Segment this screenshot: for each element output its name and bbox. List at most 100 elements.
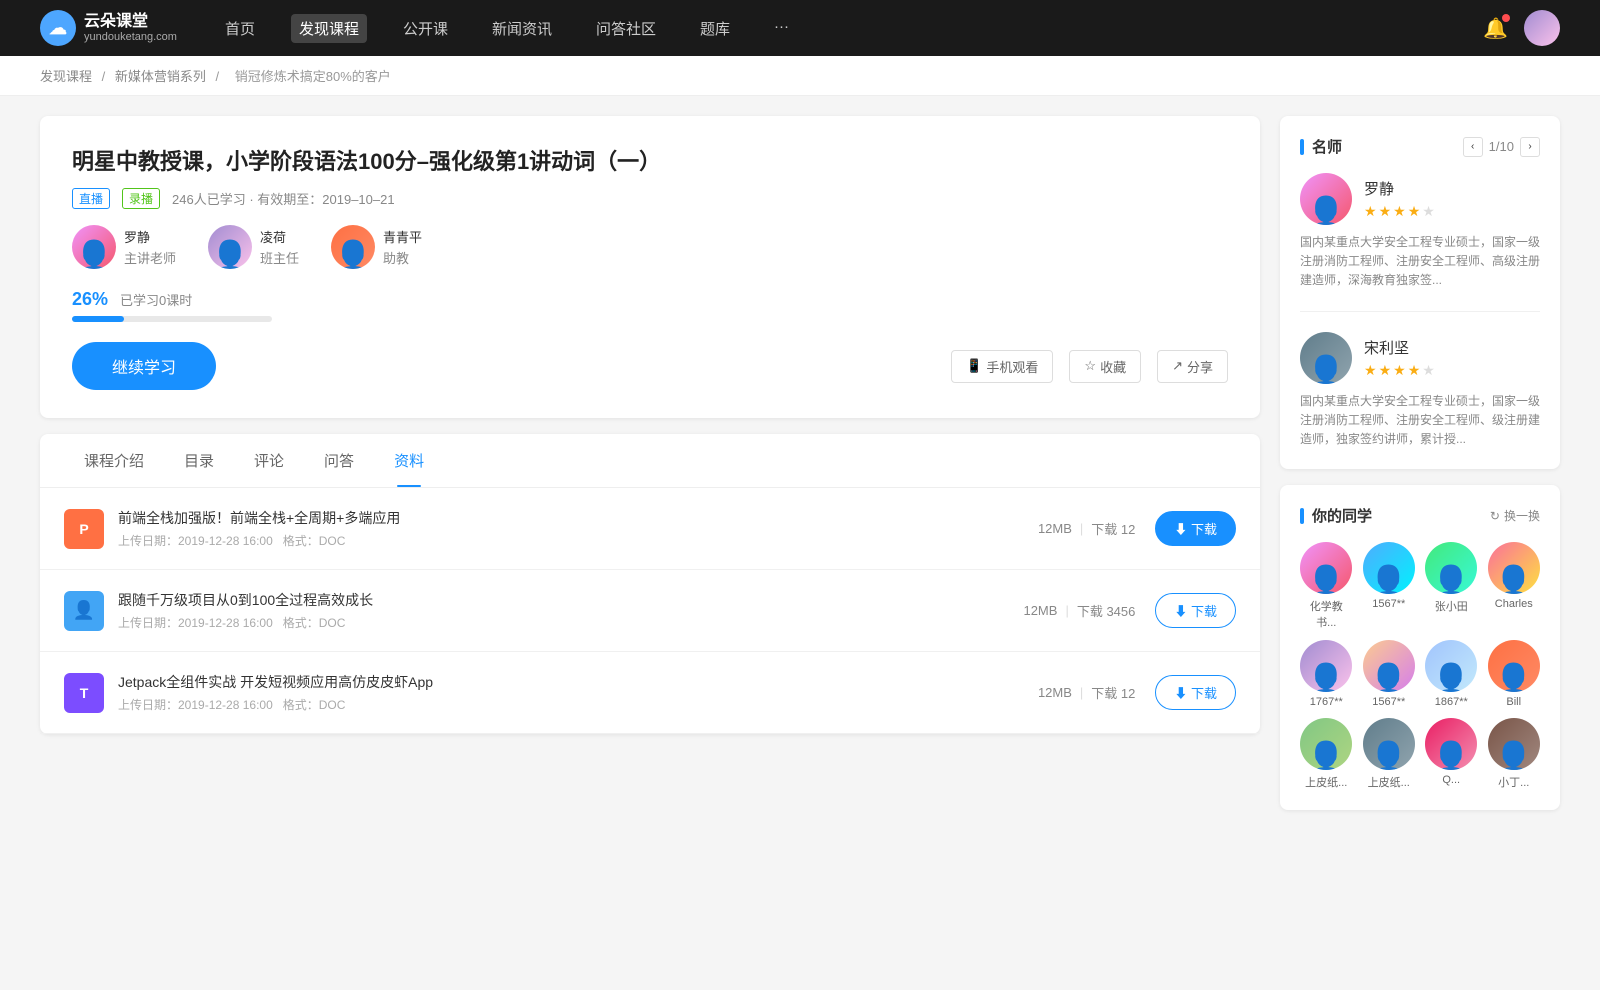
progress-label: 26% 已学习0课时 [72, 289, 1228, 310]
breadcrumb: 发现课程 / 新媒体营销系列 / 销冠修炼术搞定80%的客户 [0, 56, 1600, 96]
classmate-3[interactable]: 张小田 [1425, 542, 1478, 630]
mobile-watch-button[interactable]: 📱 手机观看 [951, 350, 1053, 383]
teacher-1: 罗静 主讲老师 [72, 225, 176, 269]
mobile-icon: 📱 [966, 358, 982, 374]
classmate-4[interactable]: Charles [1488, 542, 1541, 630]
classmate-5[interactable]: 1767** [1300, 640, 1353, 708]
file-downloads-3: 下载 12 [1091, 683, 1135, 702]
user-avatar[interactable] [1524, 10, 1560, 46]
teacher-3-avatar [331, 225, 375, 269]
nav-item-open[interactable]: 公开课 [395, 14, 456, 43]
progress-text: 已学习0课时 [120, 290, 192, 309]
classmate-12[interactable]: 小丁... [1488, 718, 1541, 790]
progress-section: 26% 已学习0课时 [72, 289, 1228, 322]
sidebar-teacher-2-avatar [1300, 332, 1352, 384]
nav-item-more[interactable]: ··· [766, 14, 797, 43]
classmates-grid: 化学教书... 1567** 张小田 Charles 1767** [1300, 542, 1540, 790]
nav-item-qa[interactable]: 问答社区 [588, 14, 664, 43]
classmates-title: 你的同学 [1312, 505, 1372, 526]
share-button[interactable]: ↗ 分享 [1157, 350, 1228, 383]
tab-reviews[interactable]: 评论 [234, 434, 304, 487]
breadcrumb-discover[interactable]: 发现课程 [40, 69, 92, 84]
page-prev-btn[interactable]: ‹ [1463, 137, 1483, 157]
notification-dot [1502, 14, 1510, 22]
badge-live: 直播 [72, 188, 110, 209]
file-stats-1: 12MB | 下载 12 [1038, 519, 1135, 538]
sidebar-teacher-2-stars: ★ ★ ★ ★ ★ [1364, 362, 1435, 379]
classmate-11[interactable]: Q... [1425, 718, 1478, 790]
classmate-8-avatar [1488, 640, 1540, 692]
course-meta: 直播 录播 246人已学习 · 有效期至：2019–10–21 [72, 188, 1228, 209]
nav-item-news[interactable]: 新闻资讯 [484, 14, 560, 43]
file-stats-3: 12MB | 下载 12 [1038, 683, 1135, 702]
continue-button[interactable]: 继续学习 [72, 342, 216, 390]
file-item-3: T Jetpack全组件实战 开发短视频应用高仿皮皮虾App 上传日期：2019… [40, 652, 1260, 734]
classmate-2[interactable]: 1567** [1363, 542, 1416, 630]
file-item-2: 👤 跟随千万级项目从0到100全过程高效成长 上传日期：2019-12-28 1… [40, 570, 1260, 652]
bell-icon[interactable]: 🔔 [1483, 16, 1508, 41]
breadcrumb-sep1: / [102, 69, 109, 84]
tab-materials[interactable]: 资料 [374, 434, 444, 487]
nav-item-questions[interactable]: 题库 [692, 14, 738, 43]
classmate-10[interactable]: 上皮纸... [1363, 718, 1416, 790]
star1: ★ [1364, 362, 1377, 379]
classmate-7-name: 1867** [1435, 696, 1468, 708]
nav-item-home[interactable]: 首页 [217, 14, 263, 43]
sidebar-teacher-1-name: 罗静 [1364, 178, 1435, 199]
course-title: 明星中教授课，小学阶段语法100分–强化级第1讲动词（一） [72, 144, 1228, 176]
star3: ★ [1393, 362, 1406, 379]
nav-left: ☁ 云朵课堂 yundouketang.com 首页 发现课程 公开课 新闻资讯… [40, 10, 797, 46]
tab-contents[interactable]: 目录 [164, 434, 234, 487]
file-size-3: 12MB [1038, 685, 1072, 700]
classmate-8[interactable]: Bill [1488, 640, 1541, 708]
file-meta-1: 上传日期：2019-12-28 16:00 格式：DOC [118, 532, 1038, 549]
content-area: 明星中教授课，小学阶段语法100分–强化级第1讲动词（一） 直播 录播 246人… [40, 116, 1260, 826]
tab-intro[interactable]: 课程介绍 [64, 434, 164, 487]
teacher-2-avatar [208, 225, 252, 269]
download-button-3[interactable]: ⬇ 下载 [1155, 675, 1236, 710]
classmate-2-avatar [1363, 542, 1415, 594]
classmate-9[interactable]: 上皮纸... [1300, 718, 1353, 790]
classmate-9-name: 上皮纸... [1305, 774, 1347, 790]
sidebar-teacher-2-header: 宋利坚 ★ ★ ★ ★ ★ [1300, 332, 1540, 384]
file-name-2: 跟随千万级项目从0到100全过程高效成长 [118, 590, 1023, 610]
refresh-button[interactable]: ↻ 换一换 [1490, 507, 1540, 524]
sidebar: 名师 ‹ 1/10 › 罗静 ★ ★ ★ [1280, 116, 1560, 826]
nav-item-discover[interactable]: 发现课程 [291, 14, 367, 43]
sidebar-teacher-1: 罗静 ★ ★ ★ ★ ★ 国内某重点大学安全工程专业硕士，国家一级注册消防工程师… [1300, 173, 1540, 312]
star4: ★ [1408, 362, 1421, 379]
progress-pct: 26% [72, 289, 108, 310]
tab-qa[interactable]: 问答 [304, 434, 374, 487]
nav-right: 🔔 [1483, 10, 1560, 46]
classmate-7-avatar [1425, 640, 1477, 692]
teacher-1-role: 主讲老师 [124, 248, 176, 267]
breadcrumb-sep2: / [216, 69, 223, 84]
classmates-title-row: 你的同学 ↻ 换一换 [1300, 505, 1540, 526]
star4: ★ [1408, 203, 1421, 220]
logo[interactable]: ☁ 云朵课堂 yundouketang.com [40, 10, 177, 46]
download-button-2[interactable]: ⬇ 下载 [1155, 593, 1236, 628]
collect-button[interactable]: ☆ 收藏 [1069, 350, 1141, 383]
logo-text: 云朵课堂 yundouketang.com [84, 12, 177, 44]
classmate-7[interactable]: 1867** [1425, 640, 1478, 708]
teacher-3-name: 青青平 [383, 227, 422, 246]
classmate-6[interactable]: 1567** [1363, 640, 1416, 708]
teacher-2-name: 凌荷 [260, 227, 299, 246]
breadcrumb-current: 销冠修炼术搞定80%的客户 [235, 69, 391, 84]
download-button-1[interactable]: ⬇ 下载 [1155, 511, 1236, 546]
classmate-3-name: 张小田 [1435, 598, 1468, 614]
file-info-1: 前端全栈加强版！前端全栈+全周期+多端应用 上传日期：2019-12-28 16… [118, 508, 1038, 549]
file-size-2: 12MB [1023, 603, 1057, 618]
breadcrumb-series[interactable]: 新媒体营销系列 [115, 69, 206, 84]
sidebar-teacher-2-name: 宋利坚 [1364, 337, 1435, 358]
sidebar-teacher-1-header: 罗静 ★ ★ ★ ★ ★ [1300, 173, 1540, 225]
sidebar-teacher-2-desc: 国内某重点大学安全工程专业硕士，国家一级注册消防工程师、注册安全工程师、级注册建… [1300, 392, 1540, 450]
star1: ★ [1364, 203, 1377, 220]
page-next-btn[interactable]: › [1520, 137, 1540, 157]
classmate-5-name: 1767** [1310, 696, 1343, 708]
classmate-11-avatar [1425, 718, 1477, 770]
classmate-1[interactable]: 化学教书... [1300, 542, 1353, 630]
sep-3: | [1080, 685, 1083, 700]
progress-bar [72, 316, 272, 322]
sidebar-teacher-2-meta: 宋利坚 ★ ★ ★ ★ ★ [1364, 337, 1435, 379]
